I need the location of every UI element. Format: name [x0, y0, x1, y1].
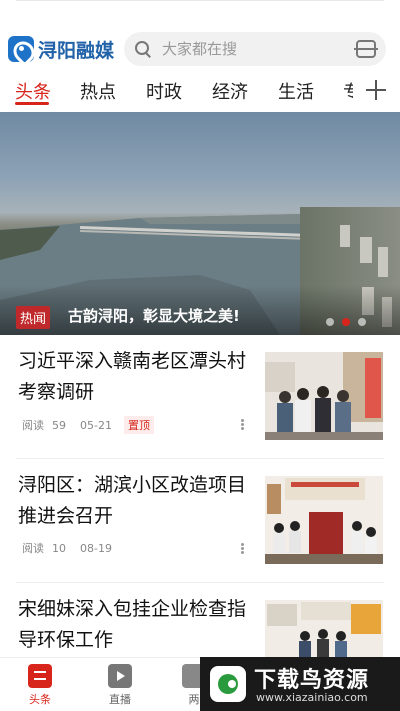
tab-headline[interactable]: 头条 [15, 78, 51, 104]
tab-special[interactable]: 专 [343, 78, 353, 104]
nav-live[interactable]: 直播 [98, 664, 142, 707]
news-title[interactable]: 浔阳区：湖滨小区改造项目推进会召开 [18, 470, 250, 532]
search-icon [134, 40, 152, 58]
tab-life[interactable]: 生活 [278, 78, 314, 104]
carousel-dot[interactable] [326, 318, 334, 326]
carousel-dot[interactable] [358, 318, 366, 326]
news-date: 08-19 [80, 541, 112, 555]
watermark-url: www.xiazainiao.com [256, 691, 368, 704]
logo-icon [8, 36, 34, 62]
scan-icon[interactable] [354, 40, 379, 58]
carousel-dots [326, 318, 366, 326]
pinned-badge: 置顶 [123, 416, 154, 434]
read-label: 阅读 [22, 542, 44, 555]
tab-economy[interactable]: 经济 [212, 78, 248, 104]
nav-label: 直播 [109, 693, 131, 706]
read-label: 阅读 [22, 419, 44, 432]
read-count: 10 [52, 541, 66, 555]
hot-news-badge: 热闻 [16, 306, 51, 329]
news-thumbnail[interactable] [265, 600, 383, 660]
tab-politics[interactable]: 时政 [146, 78, 182, 104]
more-icon[interactable] [241, 419, 244, 431]
news-item[interactable]: 浔阳区：湖滨小区改造项目推进会召开 阅读 10 08-19 [16, 470, 384, 580]
search-bar[interactable] [124, 32, 387, 66]
news-item[interactable]: 习近平深入赣南老区潭头村考察调研 阅读 59 05-21 置顶 [16, 346, 384, 456]
news-thumbnail[interactable] [265, 352, 383, 440]
list-divider [16, 582, 384, 583]
app-logo[interactable]: 浔阳融媒 [8, 36, 114, 63]
news-title[interactable]: 宋细妹深入包挂企业检查指导环保工作 [18, 594, 250, 656]
news-meta: 阅读 10 08-19 [22, 540, 120, 556]
news-title[interactable]: 习近平深入赣南老区潭头村考察调研 [18, 346, 250, 408]
news-date: 05-21 [80, 418, 112, 432]
more-icon[interactable] [241, 543, 244, 555]
news-thumbnail[interactable] [265, 476, 383, 564]
banner-title[interactable]: 古韵浔阳，彰显大境之美! [68, 305, 240, 326]
nav-label: 头条 [29, 693, 51, 706]
list-divider [16, 458, 384, 459]
tab-hot[interactable]: 热点 [80, 78, 116, 104]
channel-tabs: 头条 热点 时政 经济 生活 专 [0, 72, 400, 108]
nav-headline[interactable]: 头条 [18, 664, 62, 707]
add-channel-icon[interactable] [366, 80, 386, 100]
headline-icon [28, 664, 52, 688]
banner-carousel[interactable]: 热闻 古韵浔阳，彰显大境之美! [0, 112, 400, 335]
header: 浔阳融媒 [8, 30, 387, 68]
news-meta: 阅读 59 05-21 置顶 [22, 416, 162, 434]
read-count: 59 [52, 418, 66, 432]
carousel-dot-active[interactable] [342, 318, 350, 326]
tv-icon [108, 664, 132, 688]
active-tab-indicator [15, 102, 49, 105]
watermark: 下载鸟资源 www.xiazainiao.com [200, 657, 400, 711]
app-name: 浔阳融媒 [38, 39, 115, 62]
search-input[interactable] [162, 40, 357, 58]
watermark-title: 下载鸟资源 [254, 668, 370, 693]
top-divider [16, 0, 384, 1]
watermark-logo-icon [210, 666, 246, 702]
